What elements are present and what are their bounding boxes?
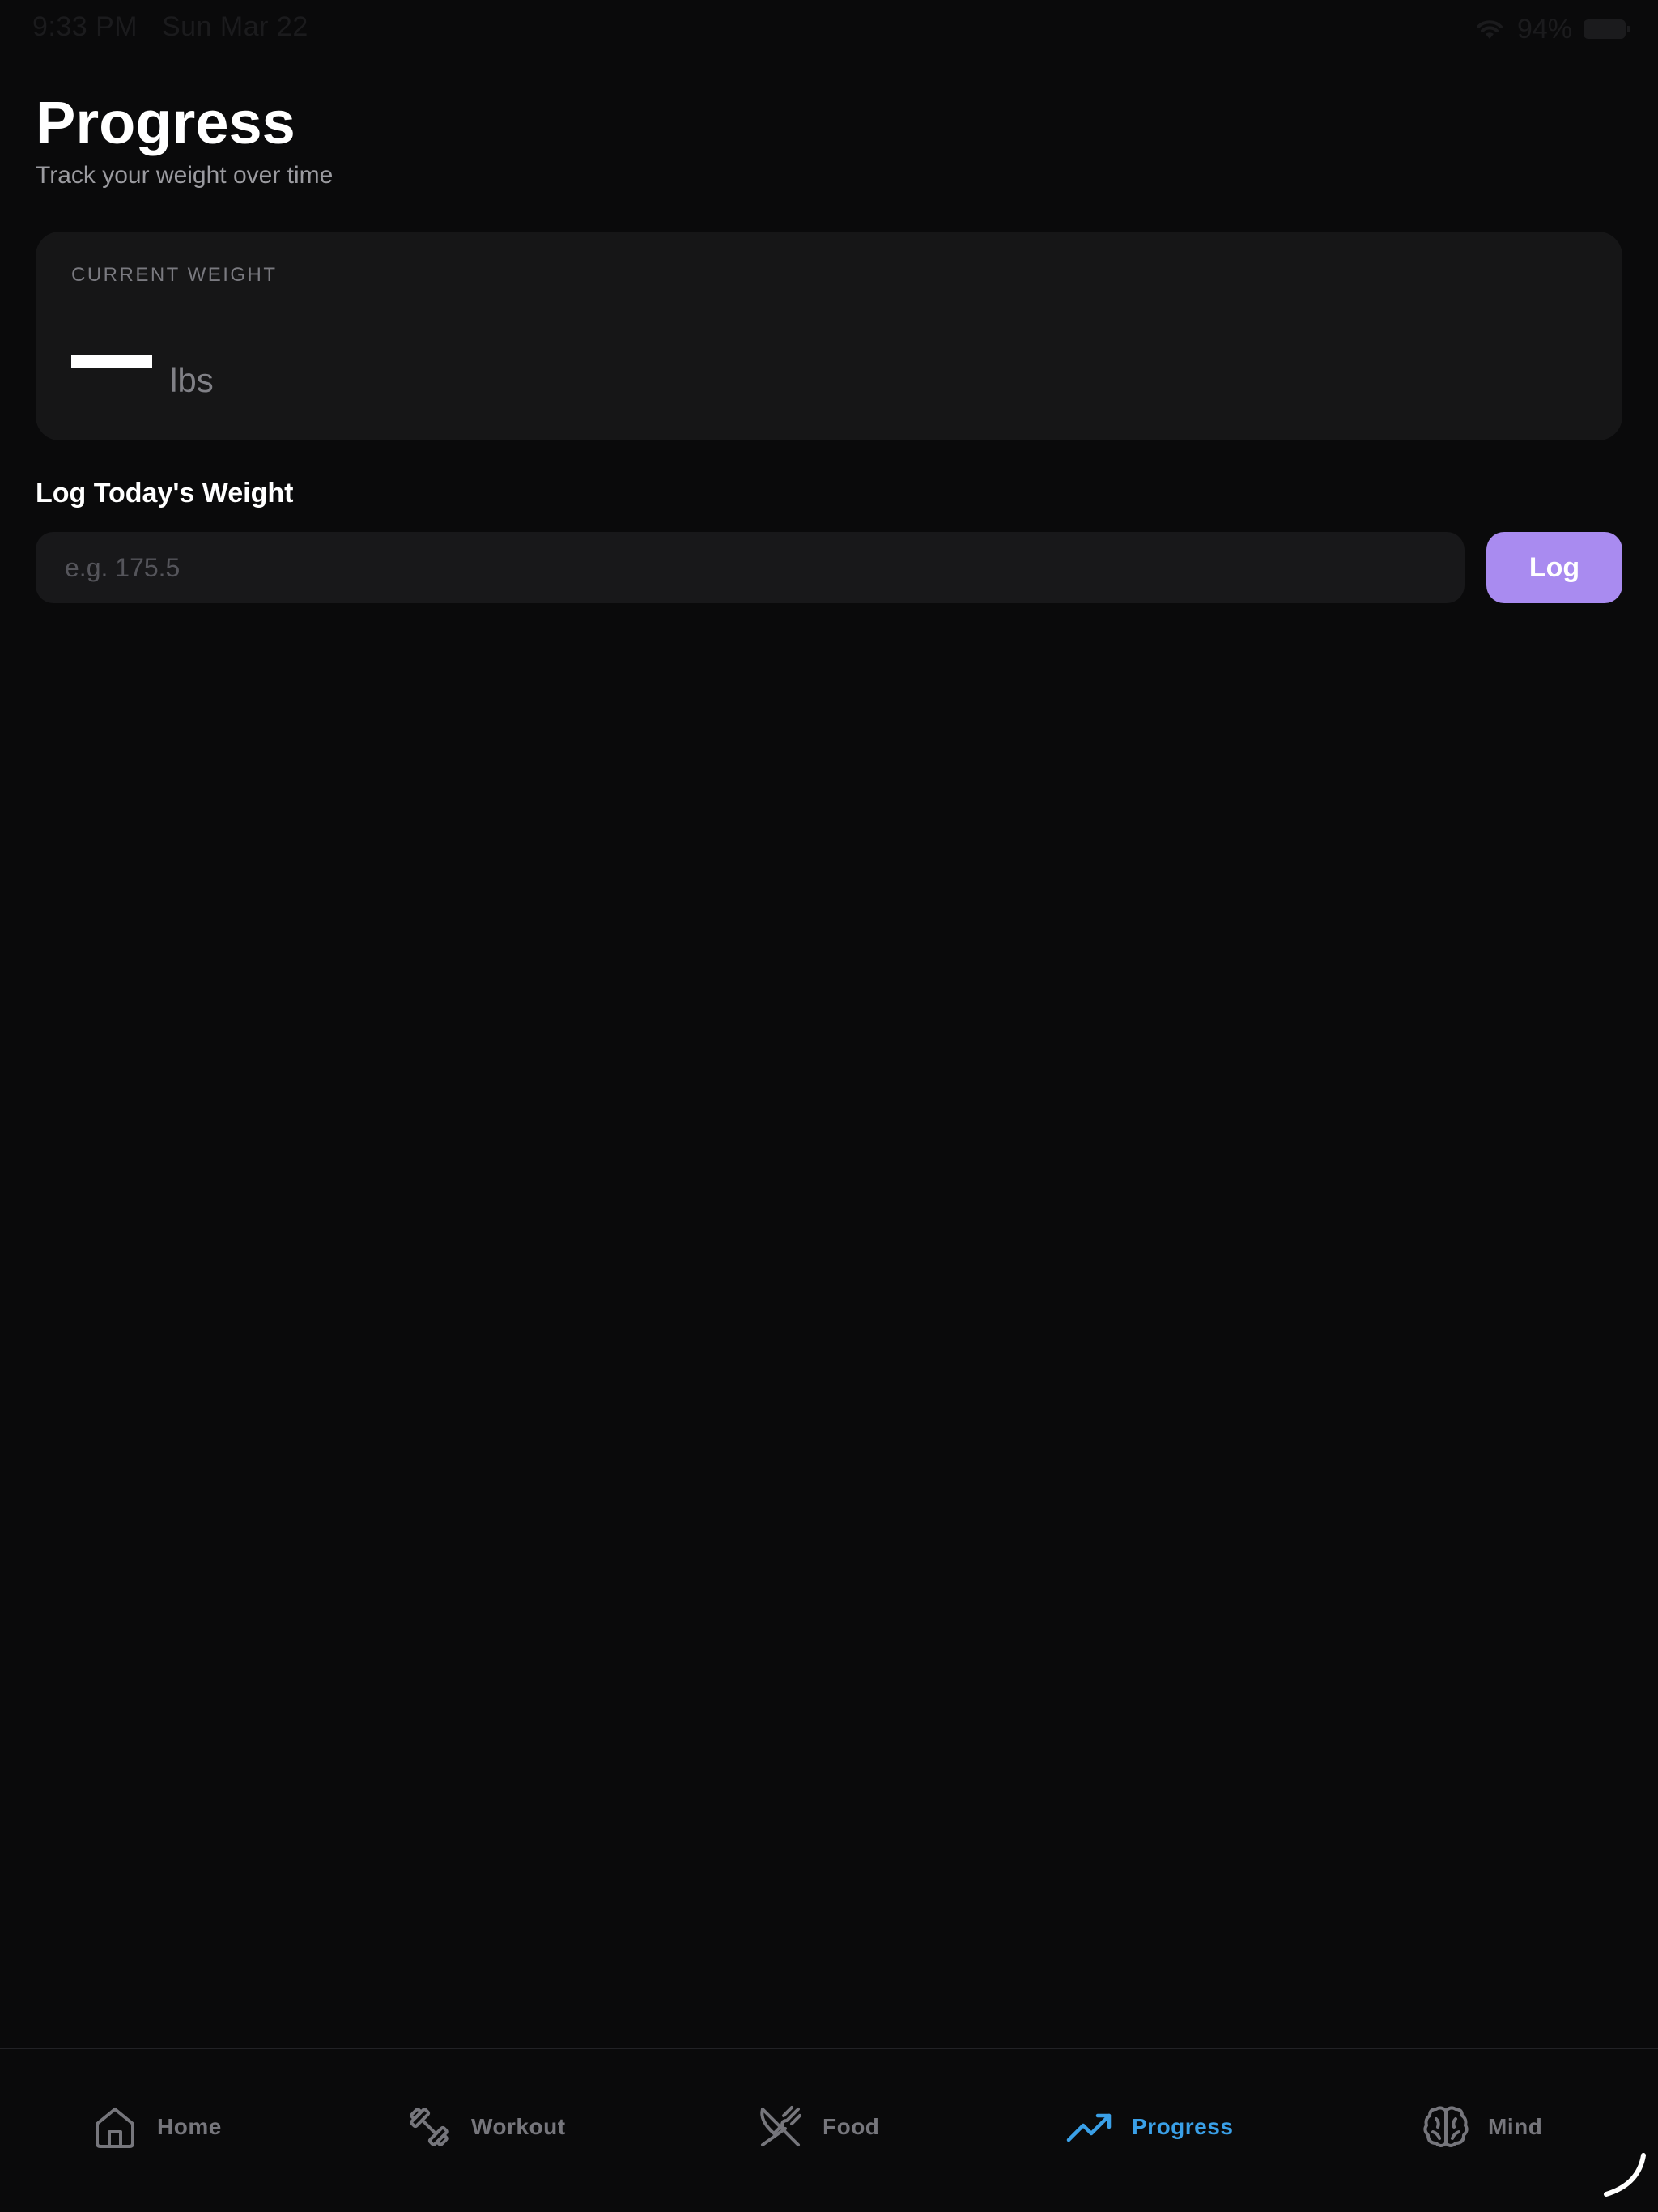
tab-mind-label: Mind [1488,2114,1543,2139]
status-indicators: 94% [1473,11,1630,47]
utensils-icon [760,2106,801,2146]
status-date: Sun Mar 22 [161,11,308,42]
brain-icon [1423,2106,1469,2147]
tab-home-label: Home [157,2114,222,2139]
tab-mind[interactable]: Mind [1422,2095,1542,2159]
status-bar: 9:33 PM Sun Mar 22 94% [0,0,1658,58]
tab-progress-label: Progress [1132,2114,1234,2139]
weight-input[interactable] [36,532,1465,603]
current-weight-label: CURRENT WEIGHT [71,264,278,286]
dumbbell-icon [410,2108,449,2146]
tab-progress[interactable]: Progress [1065,2095,1233,2159]
tab-workout-label: Workout [471,2114,566,2139]
page-subtitle: Track your weight over time [36,162,334,189]
corner-gesture-icon [1604,2153,1646,2197]
tab-home[interactable]: Home [91,2095,222,2159]
log-weight-heading: Log Today's Weight [36,478,294,508]
trending-up-icon [1066,2113,1112,2142]
battery-percent: 94% [1516,13,1572,45]
progress-screen: 9:33 PM Sun Mar 22 94% Progress Track yo… [0,0,1658,2212]
bottom-tab-bar: Home Workout Food Progress Mind [0,2048,1658,2212]
current-weight-card: CURRENT WEIGHT lbs [36,232,1622,440]
home-icon [96,2108,134,2148]
tab-food-label: Food [823,2114,880,2139]
log-button[interactable]: Log [1486,532,1622,603]
tab-food[interactable]: Food [756,2095,879,2159]
status-time: 9:33 PM Sun Mar 22 [32,11,308,43]
status-clock: 9:33 PM [32,11,138,42]
current-weight-unit: lbs [170,361,214,399]
wifi-icon [1476,20,1503,39]
battery-icon [1584,19,1630,39]
current-weight-empty-dash [71,355,152,368]
page-title: Progress [36,89,295,156]
tab-workout[interactable]: Workout [405,2095,566,2159]
